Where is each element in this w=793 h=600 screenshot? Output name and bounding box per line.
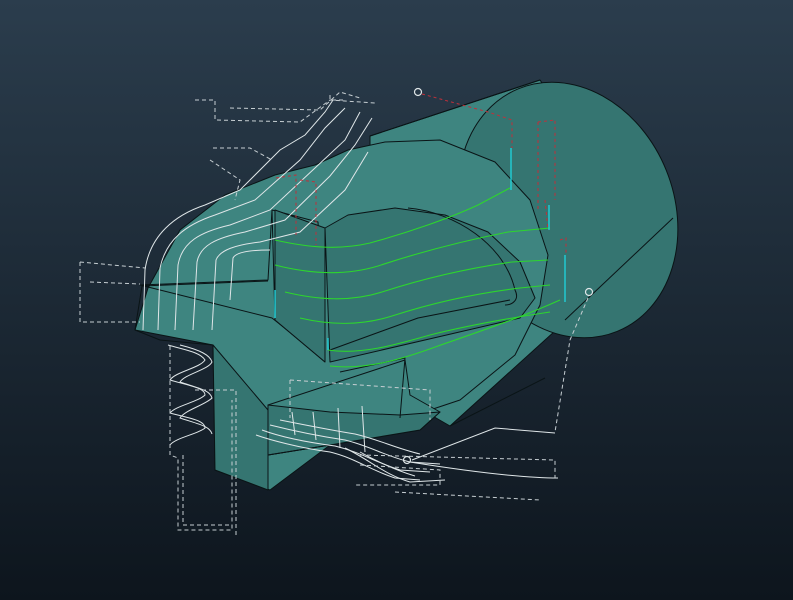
3d-viewport[interactable] bbox=[0, 0, 793, 600]
cam-scene[interactable] bbox=[0, 0, 793, 600]
